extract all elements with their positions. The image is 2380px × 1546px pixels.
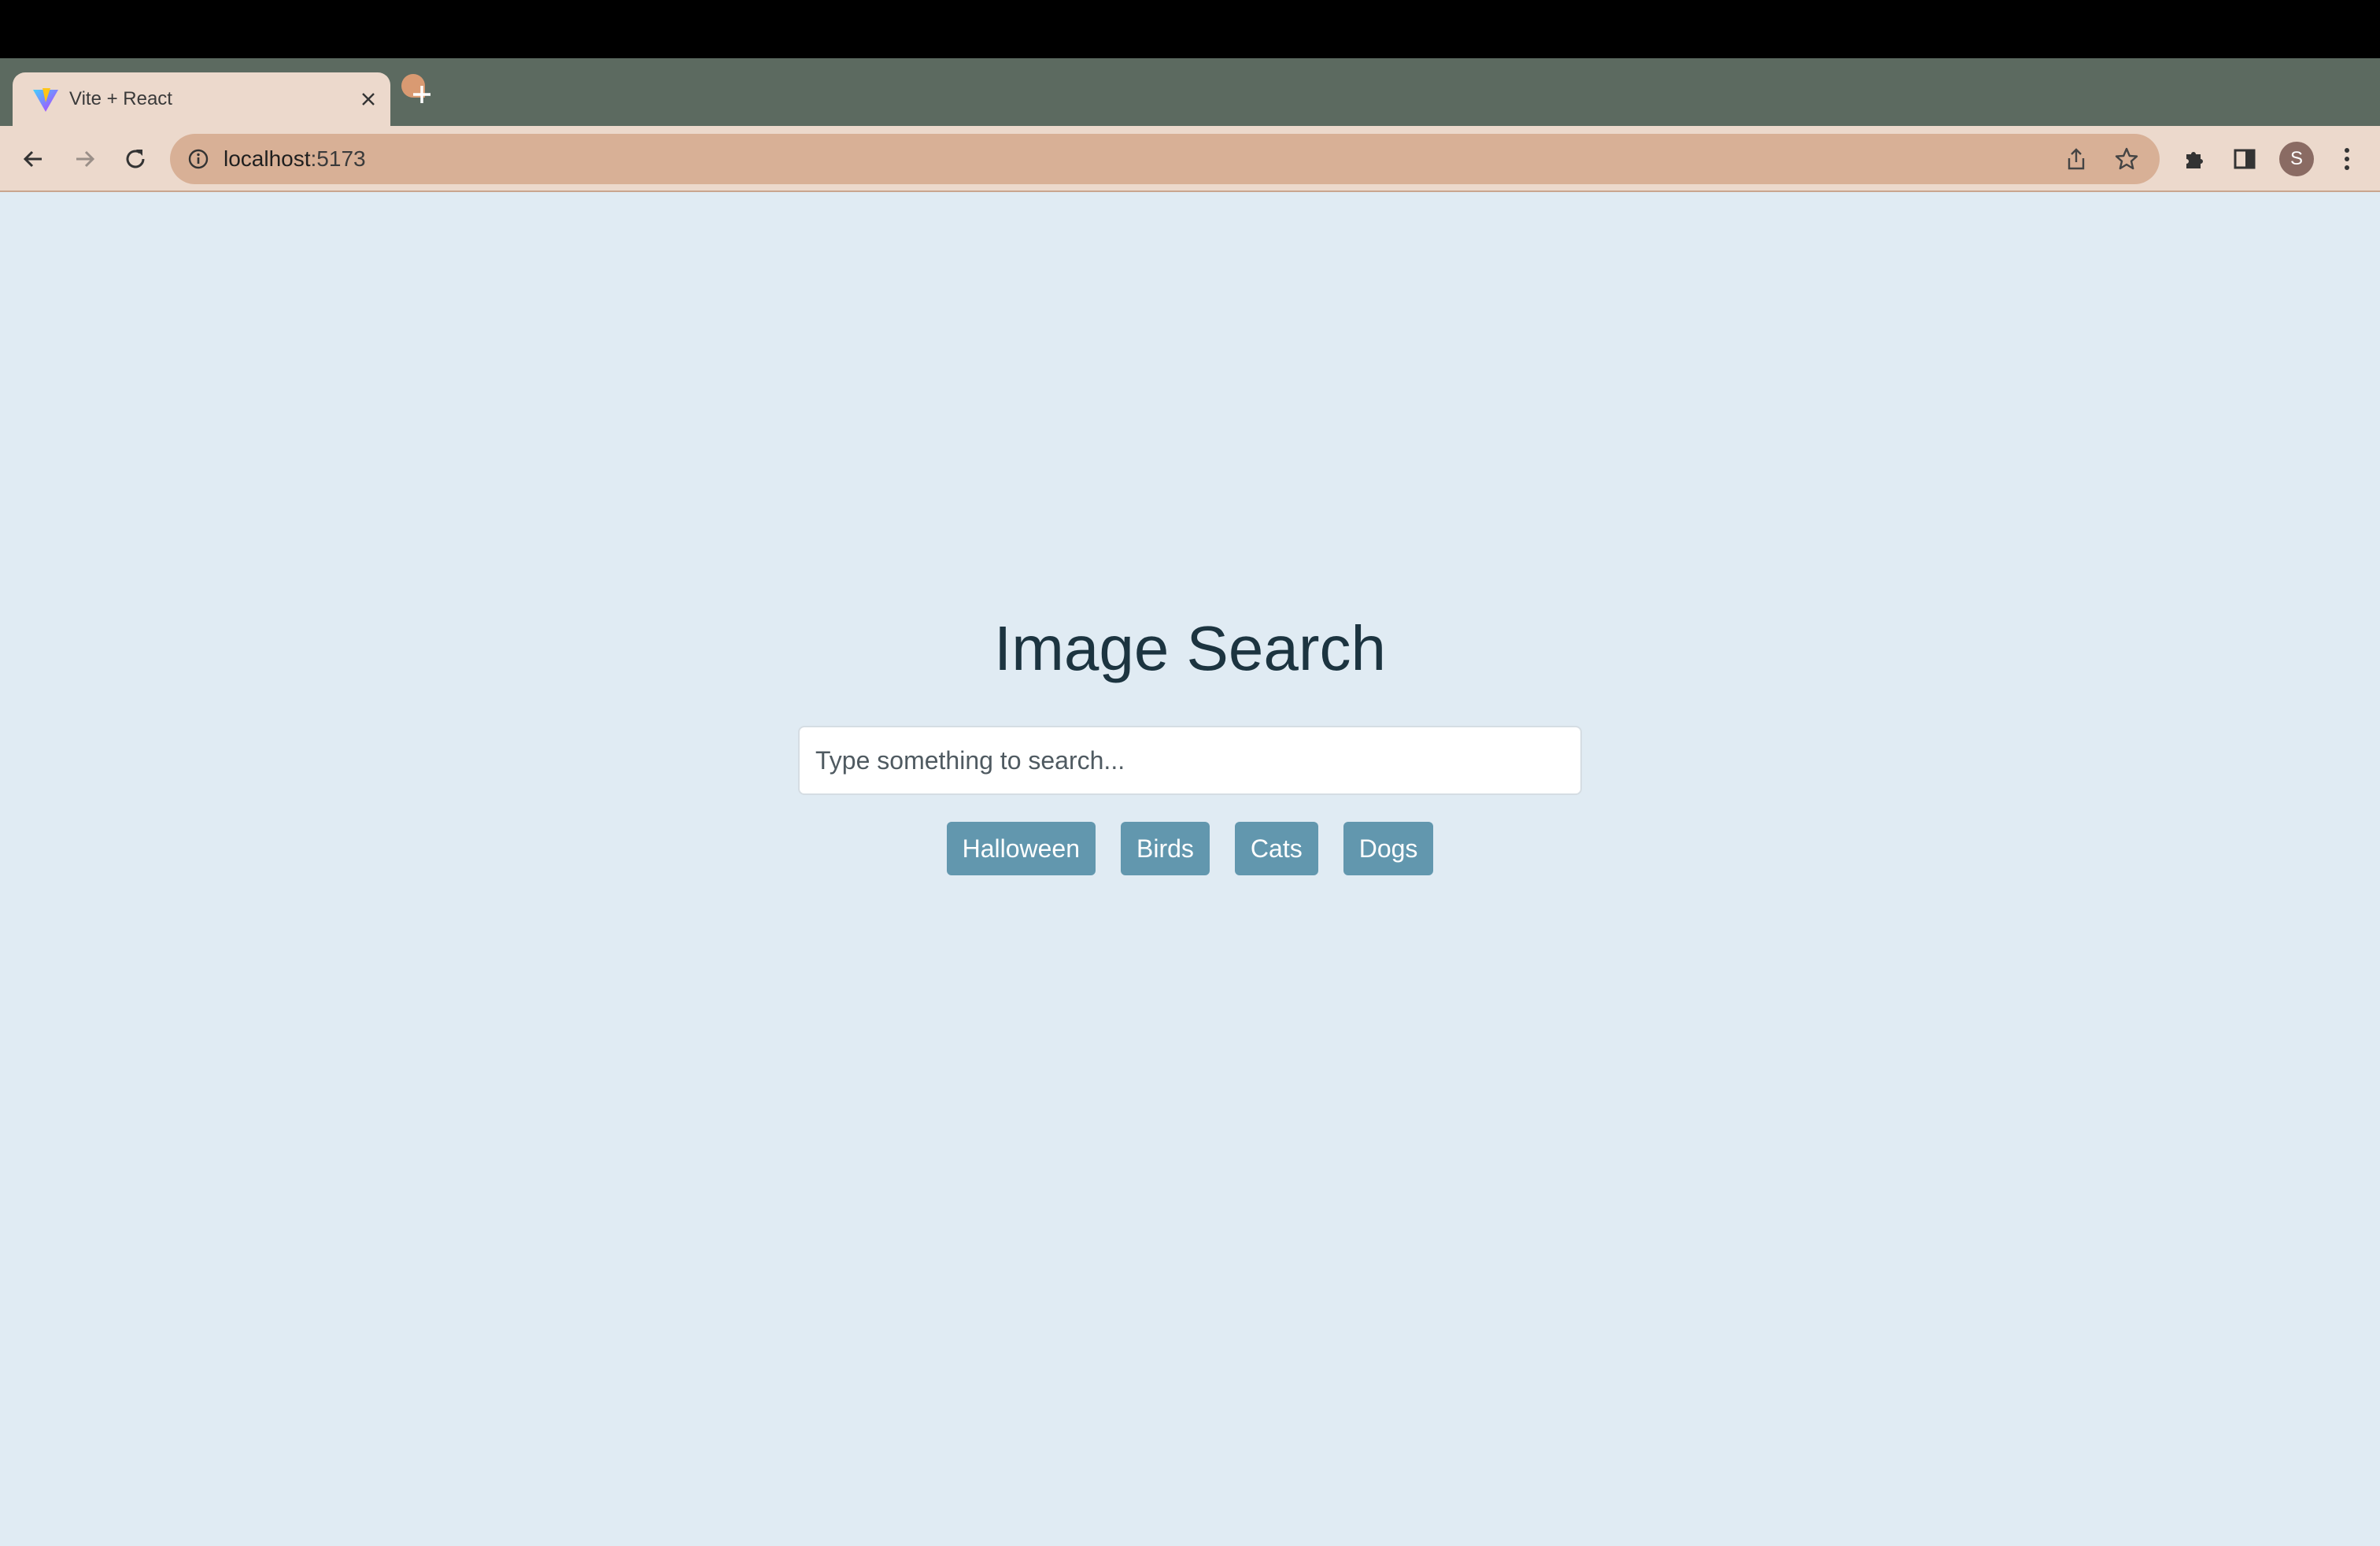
chip-cats-button[interactable]: Cats [1234, 822, 1318, 875]
url-text: localhost:5173 [224, 146, 366, 172]
vite-logo-icon [31, 87, 60, 113]
forward-button[interactable] [68, 142, 102, 176]
url-host: localhost [224, 146, 311, 171]
page-title: Image Search [993, 613, 1387, 683]
profile-avatar[interactable]: S [2279, 142, 2314, 176]
arrow-right-icon [76, 150, 95, 168]
address-bar[interactable]: localhost:5173 [170, 134, 2160, 184]
share-icon[interactable] [2062, 145, 2090, 173]
tab-strip: Vite + React [0, 58, 2380, 126]
page-content: Image Search Halloween Birds Cats Dogs [0, 194, 2380, 1546]
site-info-icon[interactable] [186, 146, 211, 172]
kebab-menu-icon[interactable] [2330, 142, 2364, 176]
new-tab-button[interactable] [401, 74, 442, 115]
reload-icon [126, 150, 145, 168]
url-port: :5173 [310, 146, 366, 171]
browser-tab[interactable]: Vite + React [13, 72, 390, 126]
arrow-left-icon [23, 150, 42, 168]
extensions-puzzle-icon[interactable] [2179, 143, 2210, 175]
category-chips: Halloween Birds Cats Dogs [0, 822, 2380, 875]
chip-halloween-button[interactable]: Halloween [946, 822, 1096, 875]
close-tab-icon[interactable] [356, 87, 381, 112]
reload-button[interactable] [118, 142, 153, 176]
tab-title: Vite + React [69, 88, 172, 109]
browser-toolbar: localhost:5173 S [0, 126, 2380, 192]
bookmark-star-icon[interactable] [2112, 145, 2141, 173]
os-top-bar [0, 0, 2380, 58]
search-input[interactable] [798, 726, 1582, 795]
back-button[interactable] [16, 142, 50, 176]
side-panel-icon[interactable] [2229, 143, 2260, 175]
chip-birds-button[interactable]: Birds [1121, 822, 1210, 875]
chip-dogs-button[interactable]: Dogs [1343, 822, 1434, 875]
